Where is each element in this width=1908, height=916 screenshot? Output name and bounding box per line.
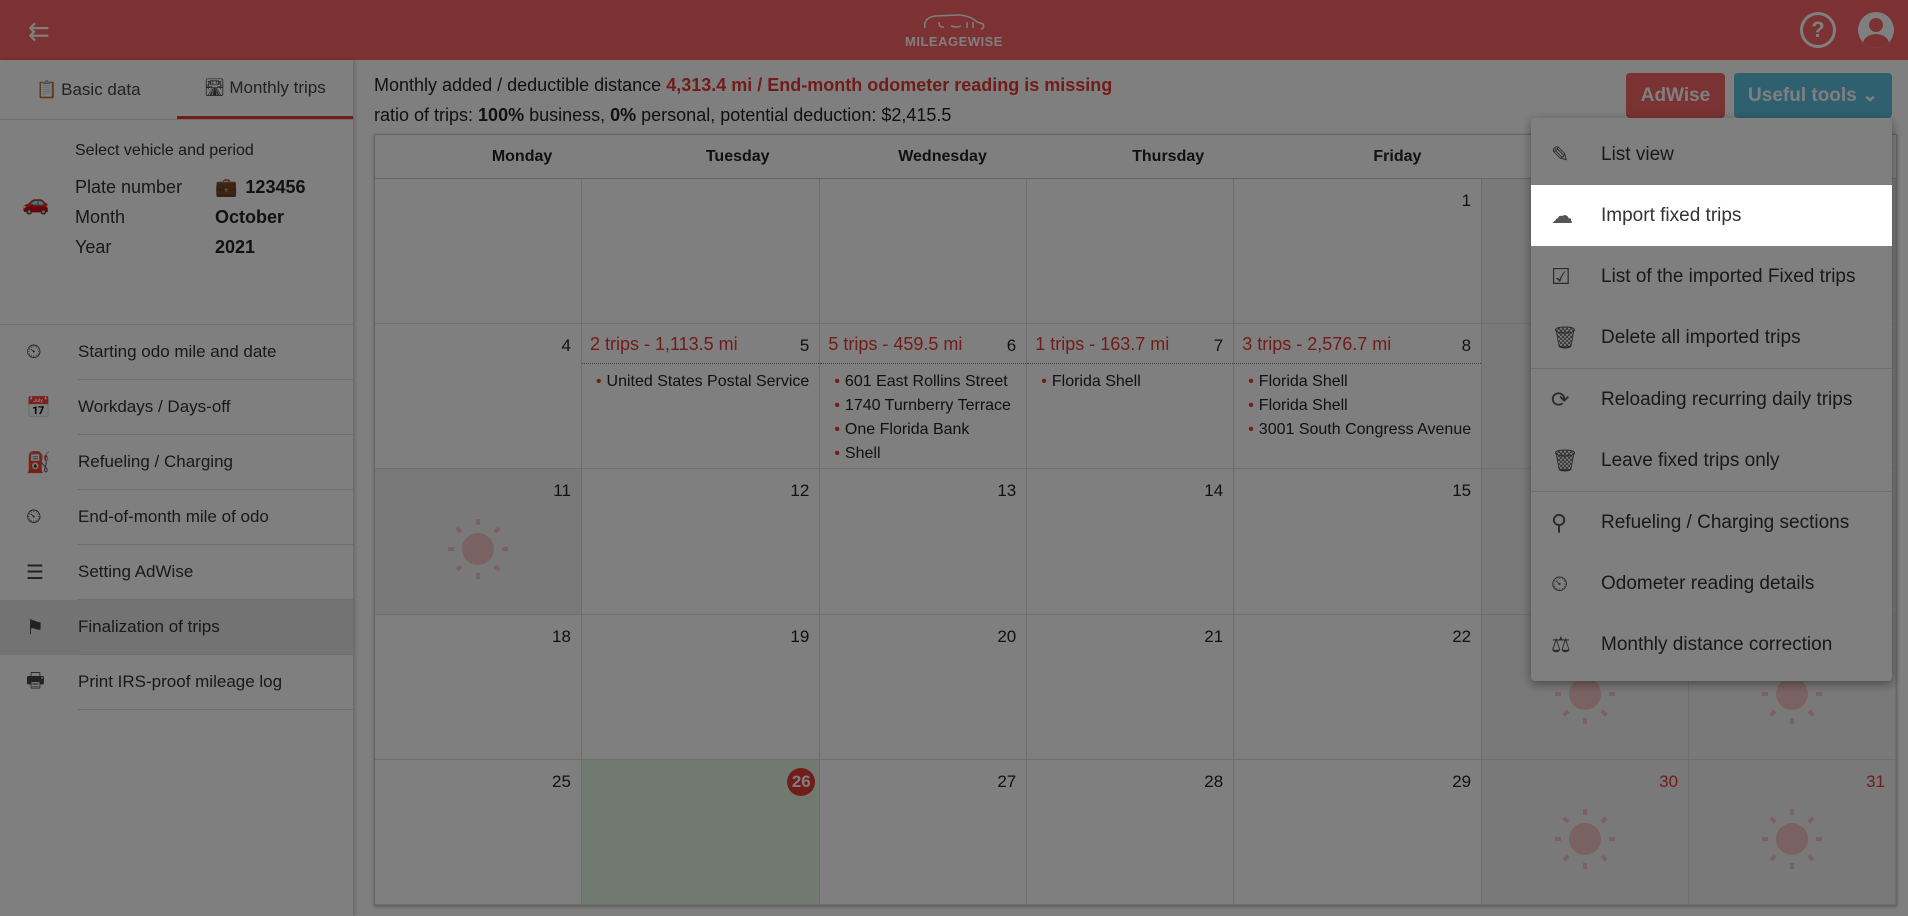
menu-item[interactable]: ☁ Import fixed trips: [1531, 185, 1892, 246]
menu-item-label: Import fixed trips: [1601, 204, 1742, 226]
cloud-upload-icon: ☁: [1551, 202, 1573, 228]
tutorial-overlay: [0, 0, 1908, 916]
